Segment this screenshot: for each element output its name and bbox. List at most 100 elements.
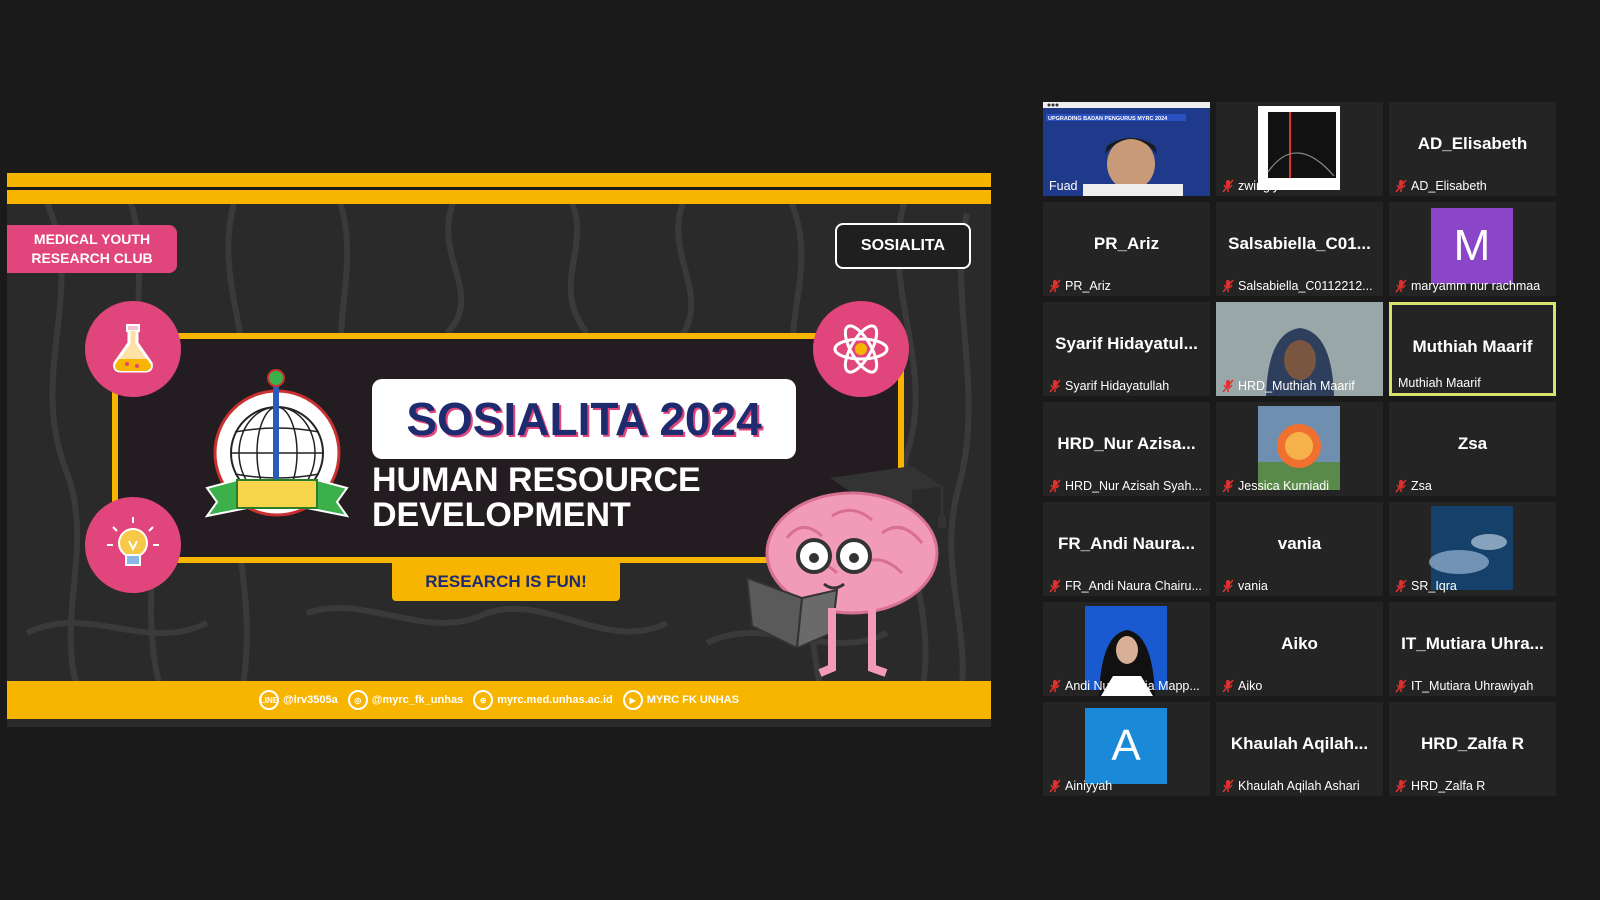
footer-web-text: myrc.med.unhas.ac.id bbox=[497, 694, 613, 706]
slide-subtitle: HUMAN RESOURCE DEVELOPMENT bbox=[372, 463, 752, 533]
muted-mic-icon bbox=[1395, 779, 1407, 793]
top-yellow-bar bbox=[7, 190, 991, 204]
participant-name-label: HRD_Muthiah Maarif bbox=[1222, 379, 1379, 393]
participant-tile-andi-nur-amalia[interactable]: Andi Nur Amalia Mapp... bbox=[1043, 602, 1210, 696]
footer-youtube: ▶ MYRC FK UNHAS bbox=[622, 690, 740, 710]
participant-name-label: Andi Nur Amalia Mapp... bbox=[1049, 679, 1206, 693]
participant-tile-fuad[interactable]: UPGRADING BADAN PENGURUS MYRC 2024 Fuad bbox=[1043, 102, 1210, 196]
participant-name-label: Jessica Kurniadi bbox=[1222, 479, 1379, 493]
web-icon: ⊕ bbox=[473, 690, 494, 710]
club-badge-line1: MEDICAL YOUTH bbox=[33, 231, 151, 247]
participant-name-label: zwingly bbox=[1222, 179, 1379, 193]
participant-name-label: Khaulah Aqilah Ashari bbox=[1222, 779, 1379, 793]
participant-tile-khaulah[interactable]: Khaulah Aqilah... Khaulah Aqilah Ashari bbox=[1216, 702, 1383, 796]
participant-avatar: A bbox=[1085, 708, 1167, 784]
participant-tile-maryamm[interactable]: Mmaryamm nur rachmaa bbox=[1389, 202, 1556, 296]
subtitle-line2: DEVELOPMENT bbox=[372, 496, 631, 534]
participant-display-name: Zsa bbox=[1457, 434, 1488, 453]
participant-name: Andi Nur Amalia Mapp... bbox=[1065, 679, 1200, 693]
muted-mic-icon bbox=[1395, 679, 1407, 693]
slide-footer: LINE @lrv3505a ◎ @myrc_fk_unhas ⊕ myrc.m… bbox=[7, 681, 991, 719]
participant-name-label: Zsa bbox=[1395, 479, 1552, 493]
muted-mic-icon bbox=[1049, 479, 1061, 493]
participant-display-name: Aiko bbox=[1281, 634, 1318, 653]
participant-tile-vania[interactable]: vania vania bbox=[1216, 502, 1383, 596]
participant-name: FR_Andi Naura Chairu... bbox=[1065, 579, 1202, 593]
participant-gallery: UPGRADING BADAN PENGURUS MYRC 2024 Fuad zw… bbox=[1043, 102, 1563, 802]
participant-tile-hrd-zalfa[interactable]: HRD_Zalfa R HRD_Zalfa R bbox=[1389, 702, 1556, 796]
participant-tile-hrd-nur-azisah[interactable]: HRD_Nur Azisa... HRD_Nur Azisah Syah... bbox=[1043, 402, 1210, 496]
muted-mic-icon bbox=[1049, 579, 1061, 593]
participant-avatar: M bbox=[1431, 208, 1513, 284]
footer-instagram-text: @myrc_fk_unhas bbox=[371, 694, 464, 706]
participant-name-label: IT_Mutiara Uhrawiyah bbox=[1395, 679, 1552, 693]
participant-display-name: IT_Mutiara Uhra... bbox=[1401, 634, 1544, 653]
participant-name: Aiko bbox=[1238, 679, 1263, 693]
youtube-icon: ▶ bbox=[622, 690, 643, 710]
footer-web: ⊕ myrc.med.unhas.ac.id bbox=[473, 690, 613, 710]
participant-tile-it-mutiara[interactable]: IT_Mutiara Uhra... IT_Mutiara Uhrawiyah bbox=[1389, 602, 1556, 696]
muted-mic-icon bbox=[1222, 779, 1234, 793]
muted-mic-icon bbox=[1049, 779, 1061, 793]
mini-banner-text: UPGRADING BADAN PENGURUS MYRC 2024 bbox=[1048, 116, 1168, 122]
participant-name: zwingly bbox=[1238, 179, 1279, 193]
participant-name: HRD_Zalfa R bbox=[1411, 779, 1486, 793]
participant-name-label: maryamm nur rachmaa bbox=[1395, 279, 1552, 293]
muted-mic-icon bbox=[1395, 179, 1407, 193]
participant-name: IT_Mutiara Uhrawiyah bbox=[1411, 679, 1534, 693]
instagram-icon: ◎ bbox=[347, 690, 368, 710]
muted-mic-icon bbox=[1222, 679, 1234, 693]
participant-display-name: Khaulah Aqilah... bbox=[1230, 734, 1369, 753]
shared-screen: MEDICAL YOUTH RESEARCH CLUB SOSIALITA SO… bbox=[7, 173, 991, 727]
participant-tile-ad-elisabeth[interactable]: AD_Elisabeth AD_Elisabeth bbox=[1389, 102, 1556, 196]
participant-tile-zwingly[interactable]: zwingly bbox=[1216, 102, 1383, 196]
participant-name: AD_Elisabeth bbox=[1411, 179, 1487, 193]
subtitle-line1: HUMAN RESOURCE bbox=[372, 461, 701, 499]
participant-tile-aiko[interactable]: Aiko Aiko bbox=[1216, 602, 1383, 696]
top-accent-bar bbox=[7, 173, 991, 187]
participant-tile-fr-andi[interactable]: FR_Andi Naura... FR_Andi Naura Chairu... bbox=[1043, 502, 1210, 596]
participant-name: PR_Ariz bbox=[1065, 279, 1111, 293]
muted-mic-icon bbox=[1222, 379, 1234, 393]
participant-name-label: Ainiyyah bbox=[1049, 779, 1206, 793]
flask-icon bbox=[85, 301, 181, 397]
participant-tile-pr-ariz[interactable]: PR_Ariz PR_Ariz bbox=[1043, 202, 1210, 296]
light-bulb-icon bbox=[85, 497, 181, 593]
line-icon: LINE bbox=[258, 690, 279, 710]
muted-mic-icon bbox=[1395, 579, 1407, 593]
participant-tile-syarif[interactable]: Syarif Hidayatul... Syarif Hidayatullah bbox=[1043, 302, 1210, 396]
participant-display-name: Salsabiella_C01... bbox=[1228, 234, 1371, 253]
participant-tile-ainiyyah[interactable]: A Ainiyyah bbox=[1043, 702, 1210, 796]
participant-name-label: FR_Andi Naura Chairu... bbox=[1049, 579, 1206, 593]
participant-name-label: HRD_Nur Azisah Syah... bbox=[1049, 479, 1206, 493]
participant-name-label: PR_Ariz bbox=[1049, 279, 1206, 293]
muted-mic-icon bbox=[1222, 479, 1234, 493]
participant-name-label: Fuad bbox=[1049, 179, 1206, 193]
participant-name: Zsa bbox=[1411, 479, 1432, 493]
footer-instagram: ◎ @myrc_fk_unhas bbox=[347, 690, 464, 710]
participant-display-name: HRD_Nur Azisa... bbox=[1057, 434, 1196, 453]
club-badge: MEDICAL YOUTH RESEARCH CLUB bbox=[7, 225, 177, 273]
participant-tile-salsabiella[interactable]: Salsabiella_C01... Salsabiella_C0112212..… bbox=[1216, 202, 1383, 296]
muted-mic-icon bbox=[1395, 279, 1407, 293]
footer-youtube-text: MYRC FK UNHAS bbox=[646, 694, 740, 706]
participant-tile-muthiah[interactable]: Muthiah Maarif Muthiah Maarif bbox=[1389, 302, 1556, 396]
participant-name-label: AD_Elisabeth bbox=[1395, 179, 1552, 193]
participant-tile-zsa[interactable]: Zsa Zsa bbox=[1389, 402, 1556, 496]
participant-name-label: Syarif Hidayatullah bbox=[1049, 379, 1206, 393]
participant-name: HRD_Muthiah Maarif bbox=[1238, 379, 1355, 393]
atom-icon bbox=[813, 301, 909, 397]
participant-display-name: Syarif Hidayatul... bbox=[1055, 334, 1198, 353]
club-badge-line2: RESEARCH CLUB bbox=[31, 250, 153, 266]
participant-name-label: Aiko bbox=[1222, 679, 1379, 693]
participant-tile-jessica[interactable]: Jessica Kurniadi bbox=[1216, 402, 1383, 496]
participant-tile-hrd-muthiah[interactable]: HRD_Muthiah Maarif bbox=[1216, 302, 1383, 396]
participant-name: Syarif Hidayatullah bbox=[1065, 379, 1170, 393]
participant-tile-sr-iqra[interactable]: SR_Iqra bbox=[1389, 502, 1556, 596]
muted-mic-icon bbox=[1049, 379, 1061, 393]
participant-display-name: HRD_Zalfa R bbox=[1421, 734, 1524, 753]
participant-name: Salsabiella_C0112212... bbox=[1238, 279, 1373, 293]
sosialita-tag: SOSIALITA bbox=[835, 223, 971, 269]
myrc-logo bbox=[204, 369, 350, 518]
brain-mascot-illustration bbox=[745, 466, 946, 677]
